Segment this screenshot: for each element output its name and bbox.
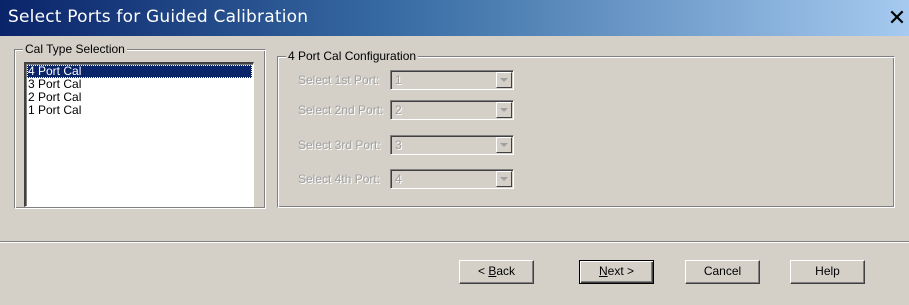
port-config-group: 4 Port Cal Configuration Select 1st Port… xyxy=(277,49,895,208)
chevron-down-icon[interactable] xyxy=(496,137,512,153)
title-bar[interactable]: Select Ports for Guided Calibration ✕ xyxy=(0,0,909,36)
select-3rd-port-dropdown[interactable]: 3 xyxy=(390,135,514,155)
select-4th-port-dropdown[interactable]: 4 xyxy=(390,169,514,189)
select-1st-port-label: Select 1st Port: xyxy=(298,73,380,87)
list-item-1-port-cal[interactable]: 1 Port Cal xyxy=(27,104,252,117)
back-button-label: ack xyxy=(496,264,516,278)
chevron-down-icon[interactable] xyxy=(496,171,512,187)
button-separator xyxy=(0,241,909,243)
select-3rd-port-value: 3 xyxy=(395,138,402,152)
port-row-2: Select 2nd Port: 2 xyxy=(278,100,894,120)
select-1st-port-value: 1 xyxy=(395,73,402,87)
close-icon[interactable]: ✕ xyxy=(885,8,909,30)
help-button[interactable]: Help xyxy=(790,260,865,284)
chevron-down-icon[interactable] xyxy=(496,102,512,118)
chevron-down-icon[interactable] xyxy=(496,72,512,88)
port-row-4: Select 4th Port: 4 xyxy=(278,169,894,189)
select-2nd-port-dropdown[interactable]: 2 xyxy=(390,100,514,120)
back-button-prefix: < xyxy=(477,264,489,278)
window-title: Select Ports for Guided Calibration xyxy=(8,7,309,27)
cal-type-group: Cal Type Selection 4 Port Cal 3 Port Cal… xyxy=(14,42,266,209)
select-3rd-port-label: Select 3rd Port: xyxy=(298,138,381,152)
select-ports-dialog: Select Ports for Guided Calibration ✕ Ca… xyxy=(0,0,909,305)
cal-type-group-label: Cal Type Selection xyxy=(23,42,127,56)
select-2nd-port-label: Select 2nd Port: xyxy=(298,103,384,117)
cal-type-listbox[interactable]: 4 Port Cal 3 Port Cal 2 Port Cal 1 Port … xyxy=(24,62,254,207)
back-button[interactable]: < Back xyxy=(459,260,534,284)
select-4th-port-value: 4 xyxy=(395,172,402,186)
port-config-group-label: 4 Port Cal Configuration xyxy=(286,49,419,63)
port-row-1: Select 1st Port: 1 xyxy=(278,70,894,90)
port-row-3: Select 3rd Port: 3 xyxy=(278,135,894,155)
select-4th-port-label: Select 4th Port: xyxy=(298,172,381,186)
select-1st-port-dropdown[interactable]: 1 xyxy=(390,70,514,90)
select-2nd-port-value: 2 xyxy=(395,103,402,117)
next-button-label: ext > xyxy=(607,264,635,278)
cancel-button[interactable]: Cancel xyxy=(685,260,760,284)
next-button-mnemonic: N xyxy=(598,264,608,278)
next-button[interactable]: Next > xyxy=(579,260,654,284)
